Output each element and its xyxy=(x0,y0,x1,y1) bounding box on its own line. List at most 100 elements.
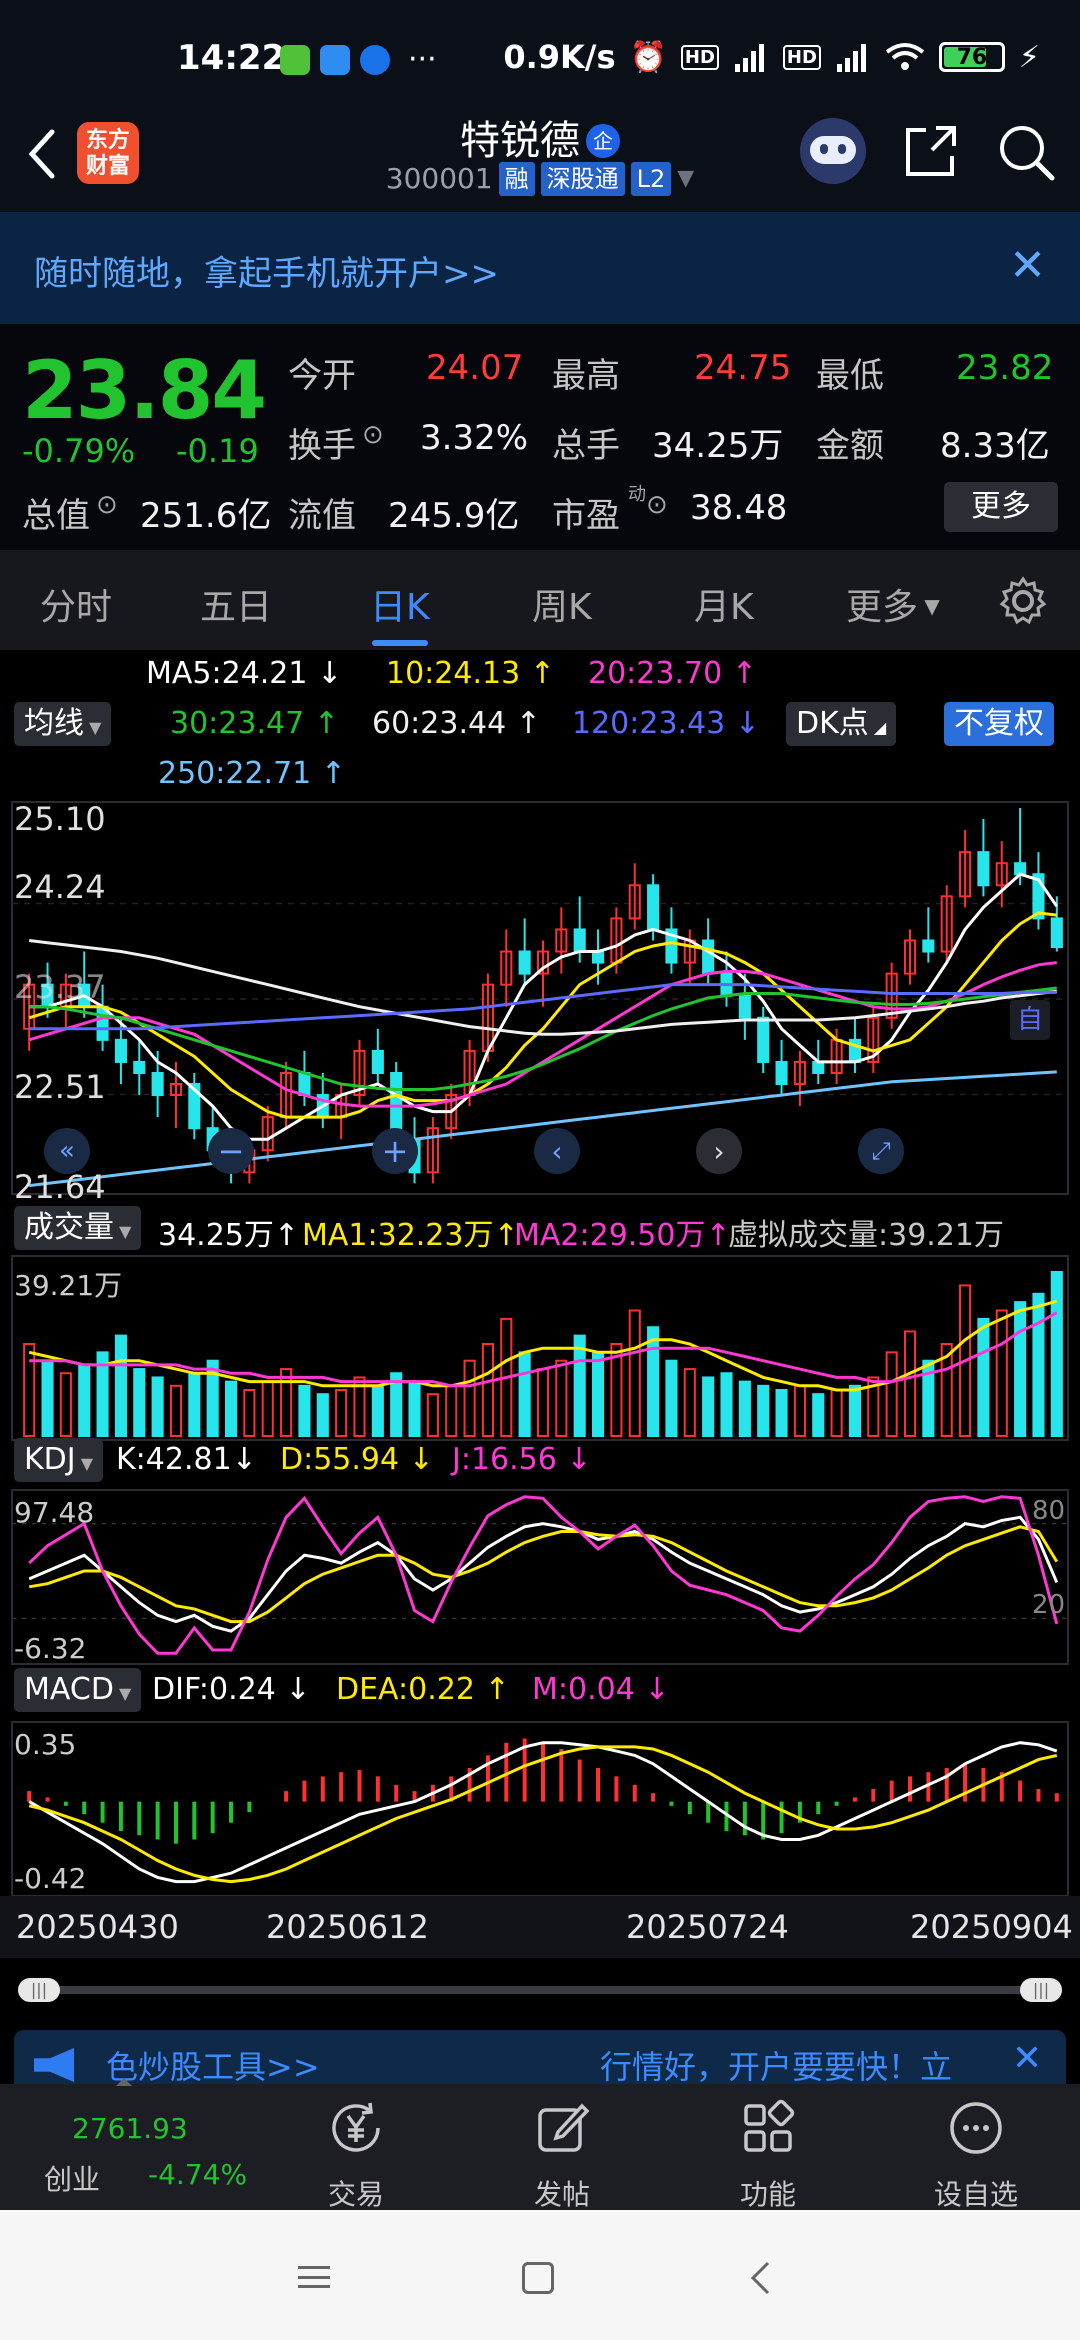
scrollbar-track[interactable] xyxy=(18,1986,1062,1994)
volume-bar xyxy=(41,1359,54,1437)
volume-bar xyxy=(848,1384,862,1437)
promo-right-text[interactable]: 行情好，开户要要快！立 xyxy=(600,2042,952,2084)
ma120-legend: 120:23.43 ↓ xyxy=(572,706,760,741)
high-label: 最高 xyxy=(552,356,620,396)
tag-connect: 深股通 xyxy=(540,162,625,196)
volume-bar xyxy=(335,1388,348,1438)
float-value: 245.9亿 xyxy=(388,496,520,536)
nav-add-watchlist[interactable]: 设自选 xyxy=(916,2098,1036,2213)
candle-body xyxy=(775,1060,788,1086)
volume-bar xyxy=(592,1351,605,1438)
nav-trade[interactable]: 交易 xyxy=(296,2098,416,2213)
nav-post[interactable]: 发帖 xyxy=(502,2098,622,2213)
enterprise-badge: 企 xyxy=(586,124,620,158)
tag-margin: 融 xyxy=(498,162,535,196)
search-icon[interactable] xyxy=(996,122,1056,182)
scroll-handle-left[interactable]: ||| xyxy=(18,1978,60,2002)
banner-text[interactable]: 随时随地，拿起手机就开户>> xyxy=(34,246,499,295)
candle-body xyxy=(518,950,531,975)
volume-bar xyxy=(169,1384,183,1437)
float-label: 流值 xyxy=(288,496,356,536)
tab-more[interactable]: 更多 ▼ xyxy=(846,578,940,630)
home-icon[interactable] xyxy=(522,2262,554,2294)
chevron-left-icon[interactable]: ‹ xyxy=(534,1128,580,1174)
stock-chart[interactable] xyxy=(0,800,1080,1970)
volume-bar xyxy=(738,1380,751,1437)
stock-code: 300001 xyxy=(385,162,493,195)
kdj-j-legend: J:16.56 ↓ xyxy=(452,1442,592,1477)
zoom-out-icon[interactable]: − xyxy=(208,1128,254,1174)
fullscreen-icon[interactable]: ⤢ xyxy=(858,1128,904,1174)
promo-left-text[interactable]: 色炒股工具>> xyxy=(106,2042,320,2084)
range-scrollbar[interactable]: ||| ||| xyxy=(18,1978,1062,2002)
share-icon[interactable] xyxy=(902,122,960,180)
volume-bar xyxy=(885,1351,898,1438)
macd-axis-max: 0.35 xyxy=(14,1728,77,1761)
info-icon[interactable]: ⊙ xyxy=(96,490,118,520)
megaphone-icon xyxy=(34,2048,74,2082)
close-icon[interactable]: ✕ xyxy=(1012,2038,1042,2079)
macd-indicator-button[interactable]: MACD ▼ xyxy=(14,1668,142,1712)
adjust-button[interactable]: 不复权 xyxy=(944,702,1054,746)
volume-indicator-button[interactable]: 成交量 ▼ xyxy=(14,1206,142,1250)
volume-bar xyxy=(261,1380,274,1437)
self-select-marker[interactable]: 自 xyxy=(1010,1000,1050,1040)
back-icon[interactable] xyxy=(748,2260,772,2296)
dropdown-icon[interactable]: ▼ xyxy=(677,162,694,196)
candle-body xyxy=(133,1060,146,1074)
virtual-volume-legend: 虚拟成交量:39.21万 xyxy=(728,1218,1004,1253)
yen-cycle-icon xyxy=(332,2102,380,2152)
kdj-indicator-button[interactable]: KDJ ▼ xyxy=(14,1438,104,1482)
candle-body xyxy=(114,1038,127,1063)
promo-bar[interactable]: 色炒股工具>> 行情好，开户要要快！立 ✕ xyxy=(14,2030,1066,2084)
hd-icon: HD xyxy=(782,44,821,70)
tab-five-day[interactable]: 五日 xyxy=(200,578,272,630)
volume-bar xyxy=(1032,1292,1045,1437)
volume-bar xyxy=(463,1359,476,1437)
tab-intraday[interactable]: 分时 xyxy=(40,578,112,630)
pct-change: -0.79% xyxy=(22,432,136,470)
volume-bar xyxy=(188,1372,201,1438)
wifi-icon xyxy=(885,43,925,70)
zoom-in-icon[interactable]: + xyxy=(372,1128,418,1174)
menu-icon[interactable] xyxy=(298,2266,330,2288)
more-button[interactable]: 更多 xyxy=(944,482,1058,532)
volume-legend: 34.25万↑ xyxy=(158,1218,300,1253)
tab-daily-k[interactable]: 日K xyxy=(370,578,430,630)
kdj-d-legend: D:55.94 ↓ xyxy=(280,1442,434,1477)
gear-icon[interactable] xyxy=(998,576,1048,626)
scroll-handle-right[interactable]: ||| xyxy=(1020,1978,1062,2002)
dk-point-button[interactable]: DK点 ◢ xyxy=(786,702,897,746)
price-axis-4: 22.51 xyxy=(14,1068,106,1106)
open-label: 今开 xyxy=(288,356,356,396)
index-ticker[interactable]: 2761.93 创业 -4.74% xyxy=(0,2078,252,2210)
caret-up-icon xyxy=(116,2078,132,2086)
tab-monthly-k[interactable]: 月K xyxy=(694,578,754,630)
kdj-axis-min: -6.32 xyxy=(14,1632,87,1665)
volume-bar xyxy=(573,1334,586,1437)
candle-body xyxy=(702,939,715,975)
open-value: 24.07 xyxy=(426,348,524,388)
tab-weekly-k[interactable]: 周K xyxy=(532,578,592,630)
volume-bar xyxy=(59,1372,72,1438)
close-icon[interactable]: ✕ xyxy=(1009,240,1046,291)
volume-axis-max: 39.21万 xyxy=(14,1269,123,1302)
high-value: 24.75 xyxy=(694,348,792,388)
date-axis: 20250430 20250612 20250724 20250904 xyxy=(0,1896,1080,1958)
pe-superscript: 动 xyxy=(628,484,646,505)
info-icon[interactable]: ⊙ xyxy=(362,420,384,450)
edit-icon xyxy=(538,2103,590,2152)
turnover-value: 3.32% xyxy=(420,418,529,458)
ai-assistant-icon[interactable] xyxy=(800,118,866,184)
status-bar: 14:22 ··· 0.9K/s ⏰ HD HD 76 ⚡ xyxy=(0,0,1080,100)
open-account-banner[interactable]: 随时随地，拿起手机就开户>> ✕ xyxy=(0,212,1080,324)
chevron-right-icon[interactable]: › xyxy=(696,1128,742,1174)
info-icon[interactable]: ⊙ xyxy=(646,490,668,520)
kdj-level-80: 80 xyxy=(1032,1496,1066,1526)
rewind-icon[interactable]: « xyxy=(44,1128,90,1174)
date-label: 20250612 xyxy=(266,1908,429,1946)
ma-selector-button[interactable]: 均线 ▼ xyxy=(14,702,112,746)
low-value: 23.82 xyxy=(956,348,1054,388)
stock-name: 特锐德 xyxy=(460,118,580,164)
nav-features[interactable]: 功能 xyxy=(708,2098,828,2213)
